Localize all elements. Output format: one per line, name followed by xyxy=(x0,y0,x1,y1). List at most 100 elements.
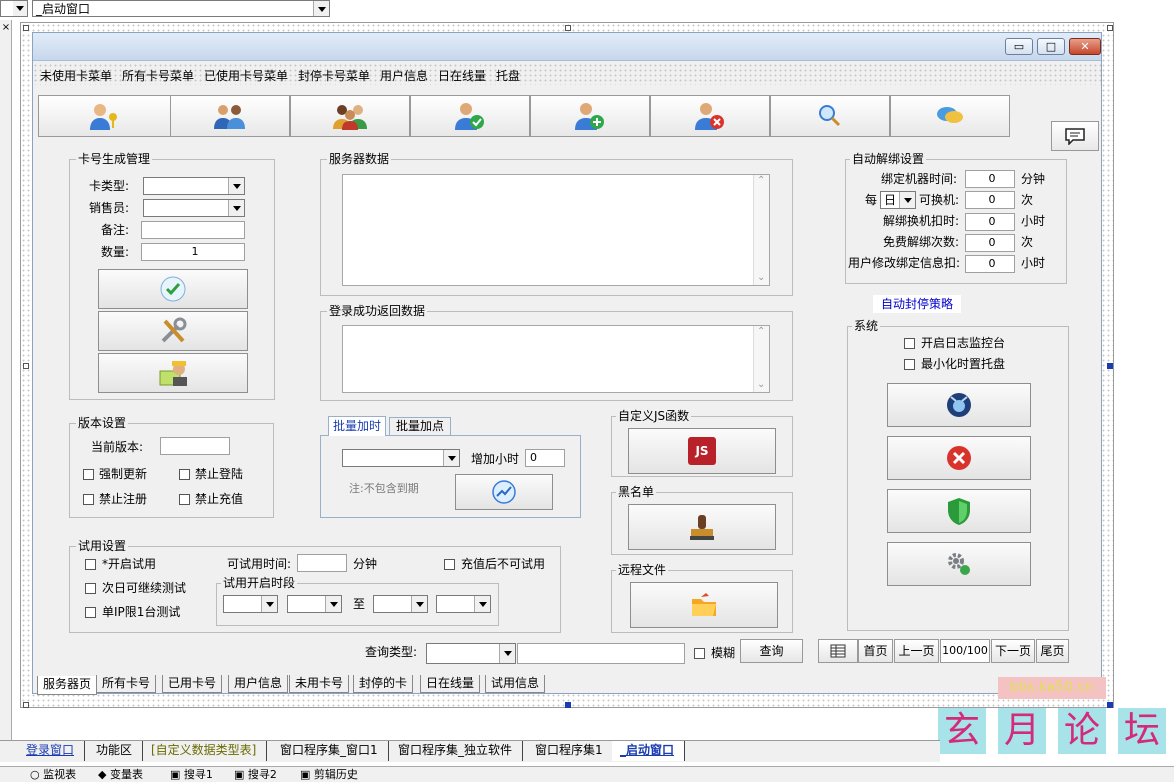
auto-ban-policy-link[interactable]: 自动封停策略 xyxy=(873,295,961,313)
toolbar-button-user-add[interactable] xyxy=(530,95,650,137)
batch-type-select[interactable] xyxy=(342,449,460,467)
server-data-textarea[interactable] xyxy=(342,174,770,286)
window-selector-combo[interactable]: _启动窗口 xyxy=(32,0,330,17)
tab-server-page[interactable]: 服务器页 xyxy=(37,676,98,695)
tab-batch-add-points[interactable]: 批量加点 xyxy=(389,417,451,435)
tab-used-cards[interactable]: 已用卡号 xyxy=(162,675,223,693)
custom-js-button[interactable]: JS xyxy=(628,428,776,474)
resize-handle[interactable] xyxy=(565,25,571,31)
system-stop-button[interactable] xyxy=(887,436,1031,480)
login-return-textarea[interactable] xyxy=(342,325,770,393)
unbind-deduct-input[interactable]: 0 xyxy=(965,213,1015,231)
menu-user-info[interactable]: 用户信息 xyxy=(380,67,428,84)
trial-start-hour-select[interactable] xyxy=(223,595,278,613)
current-version-input[interactable] xyxy=(160,437,230,455)
ide-tab-program-set1[interactable]: 窗口程序集1 xyxy=(527,741,614,761)
toolbar-button-chat[interactable] xyxy=(890,95,1010,137)
tab-banned-cards[interactable]: 封停的卡 xyxy=(353,675,414,693)
status-clip-history[interactable]: ▣ 剪辑历史 xyxy=(300,767,358,782)
ide-left-combo-stub[interactable] xyxy=(0,0,28,17)
ide-tab-login-window[interactable]: 登录窗口 xyxy=(18,741,86,761)
scrollbar[interactable] xyxy=(753,175,769,285)
tab-unused-cards[interactable]: 未用卡号 xyxy=(289,675,350,693)
minimize-tray-checkbox[interactable] xyxy=(904,359,915,370)
menu-banned-cards[interactable]: 封停卡号菜单 xyxy=(298,67,370,84)
period-select[interactable]: 日 xyxy=(880,191,916,209)
tab-all-cards[interactable]: 所有卡号 xyxy=(96,675,157,693)
pager-list-icon-button[interactable] xyxy=(818,639,858,663)
fuzzy-checkbox[interactable] xyxy=(694,648,705,659)
trial-time-input[interactable] xyxy=(297,554,347,572)
resize-handle[interactable] xyxy=(23,25,29,31)
status-watch-table[interactable]: ○ 监视表 xyxy=(30,767,76,782)
quantity-input[interactable]: 1 xyxy=(141,243,245,261)
query-type-select[interactable] xyxy=(426,643,516,664)
first-page-button[interactable]: 首页 xyxy=(858,639,893,663)
card-tools-button[interactable] xyxy=(98,311,248,351)
tab-user-info[interactable]: 用户信息 xyxy=(228,675,289,693)
note-input[interactable] xyxy=(141,221,245,239)
menu-unused-cards[interactable]: 未使用卡菜单 xyxy=(40,67,112,84)
resize-handle[interactable] xyxy=(1107,363,1113,369)
toolbar-button-user-check[interactable] xyxy=(410,95,530,137)
minimize-button[interactable]: ▭ xyxy=(1005,38,1033,55)
tab-daily-online[interactable]: 日在线量 xyxy=(420,675,481,693)
resize-handle[interactable] xyxy=(23,363,29,369)
system-debug-button[interactable] xyxy=(887,383,1031,427)
no-after-recharge-checkbox[interactable] xyxy=(444,559,455,570)
enable-trial-checkbox[interactable] xyxy=(85,559,96,570)
no-login-checkbox[interactable] xyxy=(179,469,190,480)
tab-batch-add-time[interactable]: 批量加时 xyxy=(328,416,386,436)
ide-tab-standalone[interactable]: 窗口程序集_独立软件 xyxy=(390,741,524,761)
bind-time-input[interactable]: 0 xyxy=(965,170,1015,188)
blacklist-button[interactable] xyxy=(628,504,776,550)
tab-trial-info[interactable]: 试用信息 xyxy=(485,675,546,693)
batch-execute-button[interactable] xyxy=(455,474,553,510)
system-security-button[interactable] xyxy=(887,489,1031,533)
system-settings-button[interactable] xyxy=(887,542,1031,586)
ide-close-mini[interactable]: × xyxy=(0,22,12,36)
ide-tab-window1[interactable]: 窗口程序集_窗口1 xyxy=(272,741,389,761)
close-button[interactable]: ✕ xyxy=(1069,38,1101,55)
resize-handle[interactable] xyxy=(565,702,571,708)
status-search2[interactable]: ▣ 搜寻2 xyxy=(234,767,277,782)
menu-used-cards[interactable]: 已使用卡号菜单 xyxy=(204,67,288,84)
query-input[interactable] xyxy=(517,643,685,664)
trial-start-minute-select[interactable] xyxy=(287,595,342,613)
prev-page-button[interactable]: 上一页 xyxy=(894,639,939,663)
last-page-button[interactable]: 尾页 xyxy=(1036,639,1069,663)
trial-end-hour-select[interactable] xyxy=(373,595,428,613)
ide-tab-start-window[interactable]: _启动窗口 xyxy=(612,741,686,761)
ide-tab-custom-types[interactable]: [自定义数据类型表] xyxy=(143,741,268,761)
user-modify-input[interactable]: 0 xyxy=(965,255,1015,273)
chat-float-button[interactable] xyxy=(1051,121,1099,151)
add-hours-input[interactable]: 0 xyxy=(525,449,565,467)
generate-cards-button[interactable] xyxy=(98,269,248,309)
next-page-button[interactable]: 下一页 xyxy=(991,639,1035,663)
toolbar-button-user-delete[interactable] xyxy=(650,95,770,137)
maximize-button[interactable]: □ xyxy=(1037,38,1065,55)
status-variable-table[interactable]: ◆ 变量表 xyxy=(98,767,143,782)
free-unbind-input[interactable]: 0 xyxy=(965,234,1015,252)
seller-select[interactable] xyxy=(143,199,245,217)
card-type-select[interactable] xyxy=(143,177,245,195)
query-button[interactable]: 查询 xyxy=(740,639,803,663)
trial-end-minute-select[interactable] xyxy=(436,595,491,613)
menu-all-cards[interactable]: 所有卡号菜单 xyxy=(122,67,194,84)
toolbar-button-group[interactable] xyxy=(290,95,410,137)
toolbar-button-users[interactable] xyxy=(170,95,290,137)
toolbar-button-user-key[interactable] xyxy=(38,95,171,137)
can-change-input[interactable]: 0 xyxy=(965,191,1015,209)
next-day-checkbox[interactable] xyxy=(85,583,96,594)
menu-tray[interactable]: 托盘 xyxy=(496,67,520,84)
log-monitor-checkbox[interactable] xyxy=(904,338,915,349)
scrollbar[interactable] xyxy=(753,326,769,392)
force-update-checkbox[interactable] xyxy=(83,469,94,480)
status-search1[interactable]: ▣ 搜寻1 xyxy=(170,767,213,782)
resize-handle[interactable] xyxy=(1107,25,1113,31)
ide-tab-function-area[interactable]: 功能区 xyxy=(88,741,144,761)
toolbar-button-search[interactable] xyxy=(770,95,890,137)
resize-handle[interactable] xyxy=(23,702,29,708)
no-register-checkbox[interactable] xyxy=(83,494,94,505)
remote-file-button[interactable] xyxy=(630,582,778,628)
